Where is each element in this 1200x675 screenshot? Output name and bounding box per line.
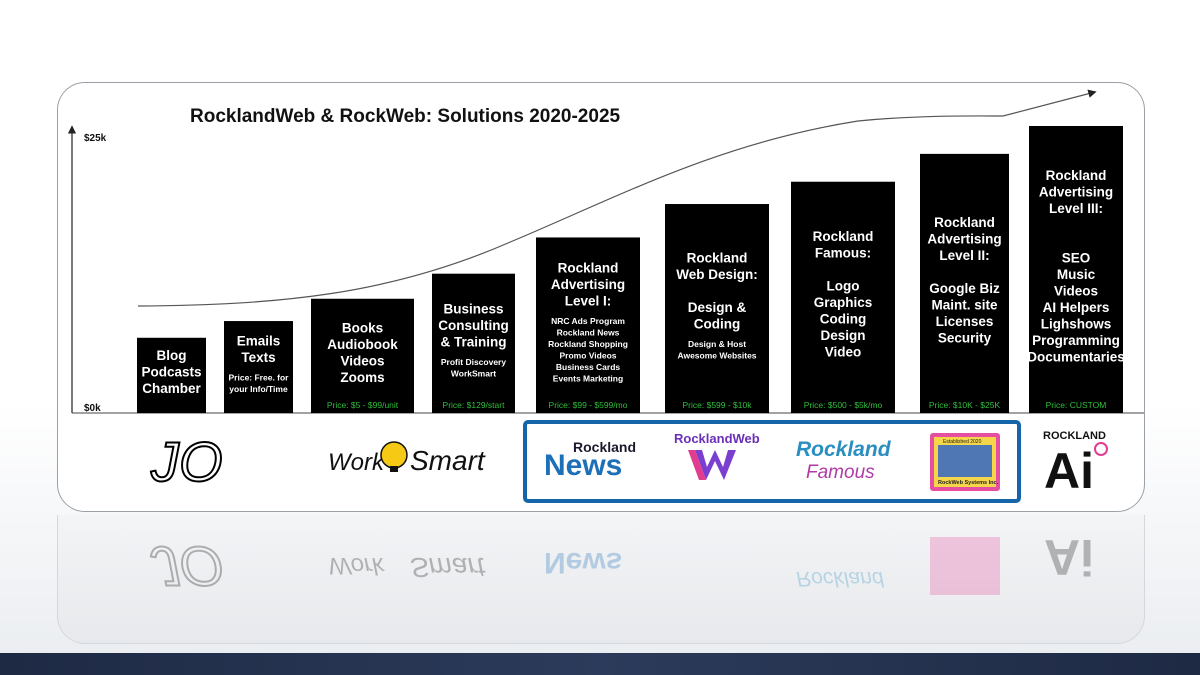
reflection: JO Work Smart News Rockland Ai — [57, 515, 1145, 644]
reflect-ai: Ai — [1044, 529, 1094, 585]
ai-top: ROCKLAND — [1043, 430, 1106, 442]
reflect-smart: Smart — [410, 552, 486, 583]
bar-8-label-2: Level III: — [1049, 201, 1103, 216]
lightbulb-icon — [380, 441, 408, 469]
worksmart-logo: Work Smart — [328, 441, 486, 476]
bar-4-detail-4: Business Cards — [556, 362, 621, 372]
bar-5-price: Price: $599 - $10k — [683, 400, 753, 410]
chart-title: RocklandWeb & RockWeb: Solutions 2020-20… — [190, 106, 621, 127]
bar-7-label-0: Rockland — [934, 215, 995, 230]
bar-1-label-0: Emails — [237, 334, 281, 349]
jo-logo-text: JO — [150, 430, 223, 493]
bar-3-label-1: Consulting — [438, 318, 509, 333]
bar-6-label-1: Famous: — [815, 245, 871, 260]
bar-6-label-3: Logo — [827, 278, 860, 293]
bar-3-label-2: & Training — [440, 335, 506, 350]
bar-5-detail-0: Design & Host — [688, 339, 746, 349]
bar-5-label-4: Coding — [694, 316, 741, 331]
bar-3-price: Price: $129/start — [443, 400, 506, 410]
bar-1-detail-0: Price: Free. for — [229, 373, 290, 383]
bar-1-label-1: Texts — [241, 350, 275, 365]
bar-8-label-1: Advertising — [1039, 185, 1113, 200]
bar-4-label-0: Rockland — [558, 260, 619, 275]
bar-4-detail-5: Events Marketing — [553, 373, 623, 383]
bar-7-label-1: Advertising — [927, 231, 1001, 246]
worksmart-left: Work — [328, 449, 386, 476]
bar-5-label-3: Design & — [688, 300, 747, 315]
bar-8-label-11: Documentaries — [1027, 350, 1125, 365]
bar-7-label-6: Licenses — [936, 314, 994, 329]
bar-0-label-2: Chamber — [142, 381, 201, 396]
bar-8-label-9: Lighshows — [1041, 317, 1112, 332]
reflect-jo: JO — [150, 535, 223, 598]
bar-4-detail-3: Promo Videos — [560, 350, 617, 360]
bar-8-label-10: Programming — [1032, 333, 1120, 348]
bar-8-price: Price: CUSTOM — [1046, 400, 1107, 410]
bar-7-price: Price: $10K - $25K — [929, 400, 1001, 410]
bar-5-label-1: Web Design: — [676, 267, 758, 282]
jo-logo: JO — [149, 429, 224, 494]
bar-3-detail-1: WorkSmart — [451, 369, 496, 379]
bar-6-label-5: Coding — [820, 311, 867, 326]
bar-7-label-4: Google Biz — [929, 281, 1000, 296]
bar-8-label-6: Music — [1057, 267, 1096, 282]
bar-7-label-2: Level II: — [939, 248, 989, 263]
bar-2-price: Price: $5 - $99/unit — [327, 400, 399, 410]
bar-0-label-0: Blog — [157, 348, 187, 363]
rockland-ai-logo: ROCKLAND Ai — [1043, 430, 1108, 499]
bar-6-label-7: Video — [825, 344, 862, 359]
ai-dot-icon — [1094, 442, 1108, 456]
reflect-famous: Rockland — [796, 567, 885, 590]
bar-1-detail-1: your Info/Time — [229, 384, 288, 394]
bar-8-label-7: Videos — [1054, 284, 1098, 299]
bar-4-label-2: Level I: — [565, 293, 612, 308]
reflect-news: News — [544, 546, 622, 579]
reflect-worksmart: Work — [328, 552, 386, 579]
bar-3-detail-0: Profit Discovery — [441, 357, 506, 367]
y-tick-bottom: $0k — [84, 403, 101, 414]
bar-8-label-5: SEO — [1062, 251, 1091, 266]
bar-3-label-0: Business — [443, 302, 503, 317]
bar-6-label-0: Rockland — [813, 229, 874, 244]
bar-4-detail-2: Rockland Shopping — [548, 339, 628, 349]
bar-2-label-3: Zooms — [340, 370, 384, 385]
bar-4-price: Price: $99 - $599/mo — [549, 400, 628, 410]
bar-5-label-0: Rockland — [687, 250, 748, 265]
bar-8-label-0: Rockland — [1046, 168, 1107, 183]
bar-2-label-1: Audiobook — [327, 337, 398, 352]
bar-0-label-1: Podcasts — [141, 365, 201, 380]
bar-5-detail-1: Awesome Websites — [677, 350, 756, 360]
bar-8-label-8: AI Helpers — [1043, 300, 1110, 315]
footer-bar — [0, 653, 1200, 675]
bar-2-label-0: Books — [342, 320, 383, 335]
bar-4-detail-1: Rockland News — [557, 327, 620, 337]
bar-7-label-7: Security — [938, 330, 992, 345]
y-tick-top: $25k — [84, 133, 107, 144]
worksmart-right: Smart — [410, 445, 486, 476]
bar-4-label-1: Advertising — [551, 277, 625, 292]
bar-2-label-2: Videos — [340, 353, 384, 368]
bar-7-label-5: Maint. site — [931, 297, 998, 312]
bar-4-detail-0: NRC Ads Program — [551, 316, 625, 326]
bar-6-price: Price: $500 - $5k/mo — [804, 400, 883, 410]
ai-main: Ai — [1044, 443, 1094, 499]
rockland-brands-highlight — [523, 420, 1021, 503]
bar-6-label-4: Graphics — [814, 295, 873, 310]
bar-6-label-6: Design — [820, 328, 865, 343]
